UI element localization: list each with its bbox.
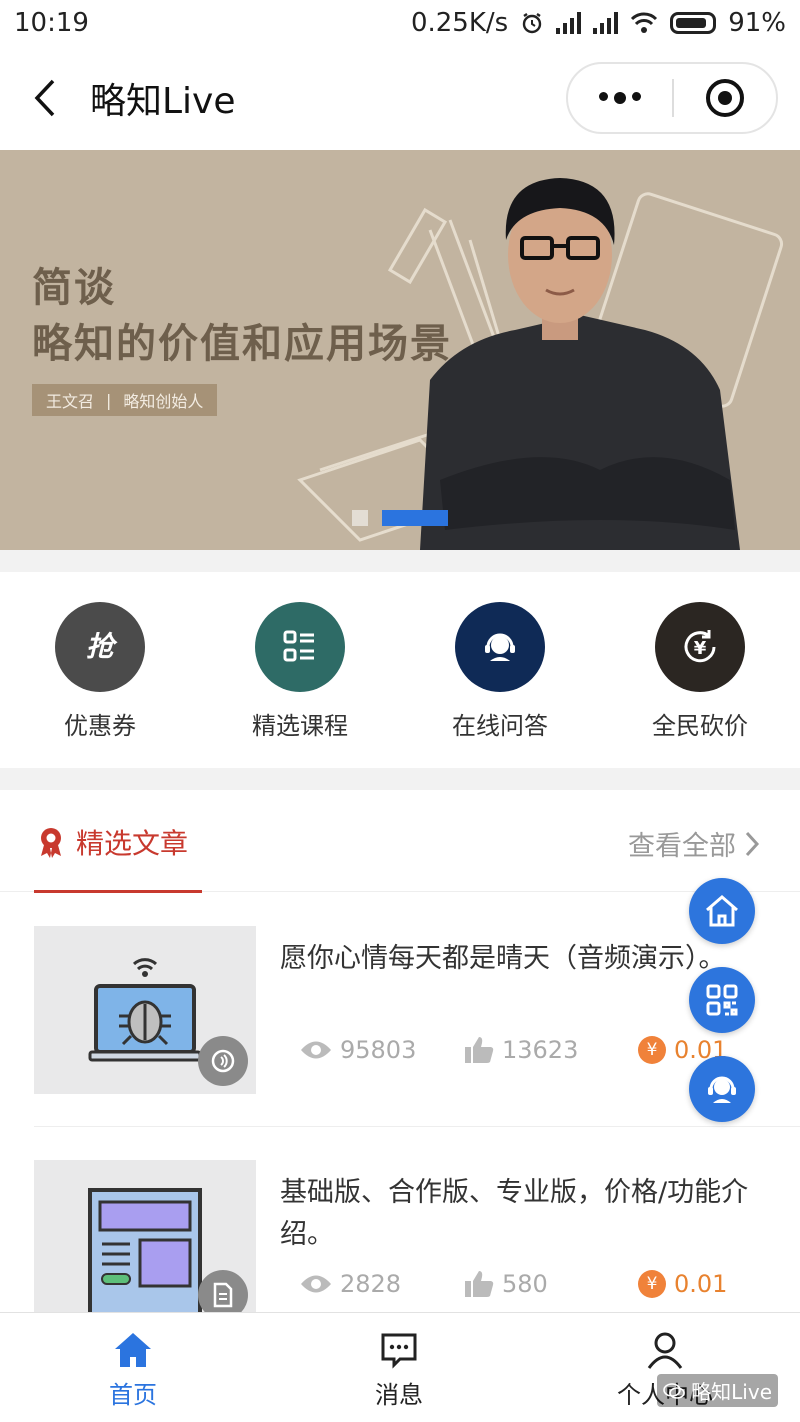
watermark-text: 略知Live [691,1380,772,1404]
document-icon [213,1282,233,1308]
message-icon [381,1333,417,1369]
speaker-name: 王文召 [46,392,95,411]
article-title: 基础版、合作版、专业版，价格/功能介绍。 [280,1177,749,1250]
home-icon [115,1333,151,1367]
signal-icon-2 [593,12,619,34]
quick-entry-label: 优惠券 [64,712,136,740]
price-value: 0.01 [674,1270,728,1298]
award-ribbon-icon [41,828,61,858]
article-thumbnail [34,926,256,1094]
like-count: 13623 [464,1036,638,1064]
article-title: 愿你心情每天都是晴天（音频演示）。 [280,943,726,974]
like-count-value: 13623 [502,1036,579,1064]
tab-home[interactable]: 首页 [0,1313,266,1422]
article-stats: 95803 13623 ¥ 0.01 [300,1036,760,1064]
section-title-underline [34,890,202,893]
wechat-icon [663,1382,685,1399]
audio-badge [198,1036,248,1086]
status-bar: 10:19 0.25K/s 91% [0,0,800,46]
coupon-icon: 抢 [55,602,145,692]
quick-entry-label: 精选课程 [252,712,348,740]
thumbs-up-icon [465,1037,494,1063]
user-icon [647,1332,683,1369]
quick-entry-bargain[interactable]: ¥ 全民砍价 [600,572,800,768]
nav-bar: 略知Live [0,46,800,150]
alarm-icon [523,13,542,34]
quick-entry-courses[interactable]: 精选课程 [200,572,400,768]
wifi-icon [631,12,658,33]
yen-icon: ¥ [638,1270,666,1298]
page-title: 略知Live [90,81,236,122]
view-count-value: 2828 [340,1270,402,1298]
tab-messages[interactable]: 消息 [266,1313,532,1422]
view-count-value: 95803 [340,1036,417,1064]
quick-entry-qa[interactable]: 在线问答 [400,572,600,768]
account-watermark: 略知Live [657,1374,778,1407]
floating-home-button[interactable] [689,878,755,944]
battery-percent: 91% [728,8,786,38]
like-count-value: 580 [502,1270,548,1298]
yen-icon: ¥ [638,1036,666,1064]
article-thumbnail [34,1160,256,1312]
quick-entry-label: 全民砍价 [652,712,748,740]
article-price: ¥ 0.01 [638,1270,727,1298]
svg-text:抢: 抢 [86,630,118,663]
banner-title: 简谈 略知的价值和应用场景 [32,260,452,372]
view-count: 95803 [300,1036,464,1064]
battery-icon [670,12,717,34]
see-all-link[interactable]: 查看全部 [628,824,760,863]
quick-entry-coupon[interactable]: 抢 优惠券 [0,572,200,768]
target-icon [705,79,744,117]
signal-icon [556,12,582,34]
home-icon [706,895,738,927]
tab-label: 首页 [109,1381,157,1409]
banner-speaker-tag: 王文召 | 略知创始人 [32,384,218,416]
chevron-right-icon [745,831,760,856]
view-count: 2828 [300,1270,464,1298]
carousel-dot[interactable] [352,510,368,526]
section-title-text: 精选文章 [76,827,189,860]
thumbs-up-icon [465,1271,494,1297]
back-button[interactable] [0,46,90,150]
quick-entry-grid: 抢 优惠券 精选课程 在线问答 ¥ 全民砍价 [0,572,800,768]
floating-qr-button[interactable] [689,967,755,1033]
article-card[interactable]: 基础版、合作版、专业版，价格/功能介绍。 2828 580 ¥ 0.01 [34,1160,800,1312]
banner-title-line1: 简谈 [32,265,116,311]
document-badge [198,1270,248,1312]
network-speed: 0.25K/s [410,8,509,38]
headset-icon [455,602,545,692]
article-card[interactable]: 愿你心情每天都是晴天（音频演示）。 95803 13623 ¥ 0.01 [34,926,800,1094]
course-list-icon [255,602,345,692]
carousel-dot-active[interactable] [382,510,448,526]
article-divider [34,1126,800,1127]
banner-carousel[interactable]: 简谈 略知的价值和应用场景 王文召 | 略知创始人 [0,150,800,550]
eye-icon [301,1275,331,1293]
customer-service-icon [708,1076,736,1103]
yen-refresh-icon: ¥ [655,602,745,692]
chevron-left-icon [34,79,55,117]
status-indicators: 0.25K/s 91% [411,8,786,38]
tab-label: 消息 [375,1381,423,1409]
audio-icon [211,1049,235,1073]
more-button[interactable] [568,92,672,104]
eye-icon [301,1041,331,1059]
svg-text:¥: ¥ [694,638,707,659]
section-header: 精选文章 查看全部 [0,790,800,893]
qr-code-icon [706,984,738,1016]
close-mini-program-button[interactable] [674,79,776,117]
status-time: 10:19 [14,8,89,38]
article-stats: 2828 580 ¥ 0.01 [300,1270,760,1298]
speaker-role: 略知创始人 [123,392,204,411]
mini-program-capsule [566,62,778,134]
quick-entry-label: 在线问答 [452,712,548,740]
like-count: 580 [464,1270,638,1298]
see-all-label: 查看全部 [628,831,736,862]
section-title: 精选文章 [36,822,188,862]
speaker-separator: | [106,390,112,410]
banner-title-line2: 略知的价值和应用场景 [32,321,452,367]
floating-service-button[interactable] [689,1056,755,1122]
featured-articles-section: 精选文章 查看全部 愿你心情每天都是晴天（音频演示）。 95803 13623 … [0,790,800,1312]
